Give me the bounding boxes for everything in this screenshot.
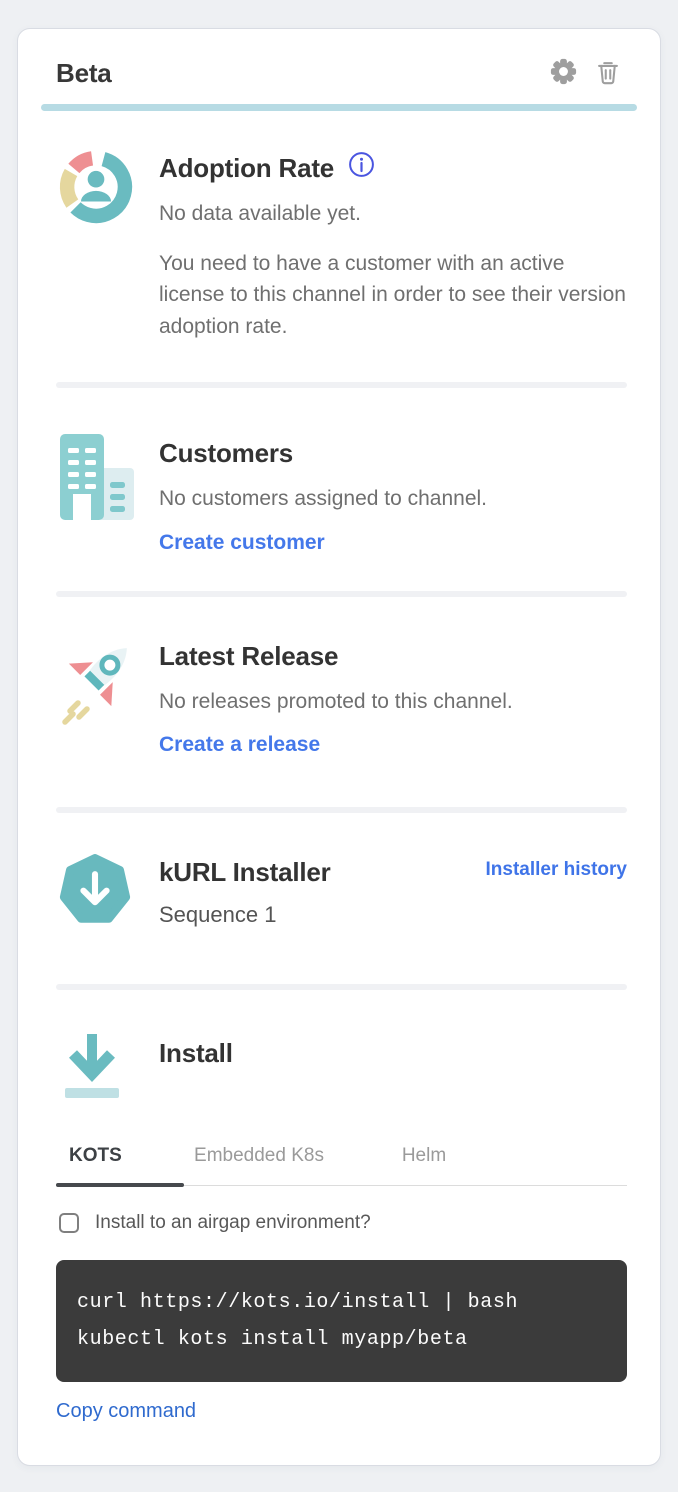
adoption-rate-empty-description: You need to have a customer with an acti… — [159, 248, 627, 343]
rocket-icon — [56, 718, 144, 735]
active-tab-underline — [56, 1183, 184, 1187]
buildings-icon — [56, 517, 142, 534]
kurl-installer-title: kURL Installer — [159, 857, 331, 888]
create-release-link[interactable]: Create a release — [159, 733, 320, 757]
settings-button[interactable] — [547, 57, 579, 89]
customers-section: Customers No customers assigned to chann… — [56, 388, 627, 591]
installer-sequence: Sequence 1 — [159, 902, 627, 928]
info-icon — [348, 151, 375, 181]
channel-card-header: Beta — [18, 29, 660, 89]
heptagon-download-icon — [56, 916, 134, 933]
adoption-rate-content: Adoption Rate No data available yet. You… — [159, 147, 627, 342]
adoption-rate-info-button[interactable] — [348, 151, 375, 181]
trash-icon — [593, 57, 623, 90]
install-tabs: KOTS Embedded K8s Helm — [56, 1145, 627, 1186]
copy-command-link[interactable]: Copy command — [56, 1400, 196, 1423]
latest-release-section: Latest Release No releases promoted to t… — [56, 597, 627, 808]
airgap-label: Install to an airgap environment? — [95, 1212, 371, 1234]
adoption-rate-icon-col — [56, 147, 159, 342]
create-customer-link[interactable]: Create customer — [159, 531, 325, 555]
channel-card-body: Adoption Rate No data available yet. You… — [18, 111, 660, 1423]
adoption-rate-section: Adoption Rate No data available yet. You… — [56, 111, 627, 382]
kurl-installer-icon-col — [56, 851, 159, 934]
airgap-row: Install to an airgap environment? — [56, 1212, 627, 1234]
channel-actions — [547, 57, 624, 89]
command-line-1: curl https://kots.io/install | bash — [77, 1284, 606, 1321]
install-command-block: curl https://kots.io/install | bashkubec… — [56, 1260, 627, 1382]
channel-card: Beta — [17, 28, 661, 1466]
kurl-installer-section: kURL Installer Installer history Sequenc… — [56, 813, 627, 984]
latest-release-title: Latest Release — [159, 641, 627, 672]
latest-release-empty-text: No releases promoted to this channel. — [159, 686, 627, 718]
customers-title: Customers — [159, 438, 627, 469]
install-content: Install — [159, 1026, 627, 1111]
installer-history-link[interactable]: Installer history — [486, 859, 628, 881]
download-arrow-icon — [56, 1093, 128, 1110]
channel-name: Beta — [56, 58, 547, 89]
tab-kots[interactable]: KOTS — [56, 1145, 184, 1185]
install-section-header: Install — [56, 990, 627, 1111]
customers-empty-text: No customers assigned to channel. — [159, 483, 627, 515]
install-title: Install — [159, 1038, 627, 1069]
tab-embedded-k8s[interactable]: Embedded K8s — [184, 1145, 334, 1185]
delete-channel-button[interactable] — [592, 57, 624, 89]
command-line-2: kubectl kots install myapp/beta — [77, 1321, 606, 1358]
latest-release-content: Latest Release No releases promoted to t… — [159, 635, 627, 758]
install-icon-col — [56, 1026, 159, 1111]
customers-icon-col — [56, 432, 159, 555]
tab-helm[interactable]: Helm — [334, 1145, 514, 1185]
customers-content: Customers No customers assigned to chann… — [159, 432, 627, 555]
adoption-donut-user-icon — [56, 214, 136, 231]
airgap-checkbox[interactable] — [59, 1213, 79, 1233]
adoption-rate-title: Adoption Rate — [159, 153, 334, 184]
channel-accent-bar — [41, 104, 637, 111]
adoption-rate-empty-title: No data available yet. — [159, 198, 627, 230]
gear-icon — [548, 56, 579, 90]
latest-release-icon-col — [56, 635, 159, 758]
kurl-installer-content: kURL Installer Installer history Sequenc… — [159, 851, 627, 934]
